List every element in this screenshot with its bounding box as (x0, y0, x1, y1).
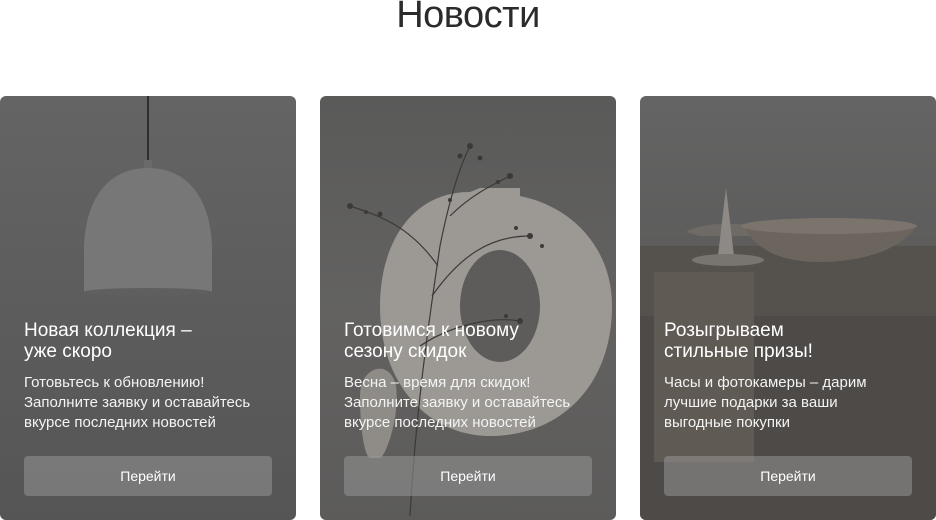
card-title: Новая коллекция – уже скоро (24, 320, 192, 362)
card-go-button[interactable]: Перейти (24, 456, 272, 496)
news-card: Новая коллекция – уже скоро Готовьтесь к… (0, 96, 296, 520)
card-title: Готовимся к новому сезону скидок (344, 320, 519, 362)
card-go-button[interactable]: Перейти (344, 456, 592, 496)
card-title: Розыгрываем стильные призы! (664, 320, 813, 362)
card-description: Весна – время для скидок! Заполните заяв… (344, 374, 571, 431)
card-description: Готовьтесь к обновлению! Заполните заявк… (24, 374, 251, 431)
news-card: Готовимся к новому сезону скидок Весна –… (320, 96, 616, 520)
card-go-button[interactable]: Перейти (664, 456, 912, 496)
card-description: Часы и фотокамеры – дарим лучшие подарки… (664, 374, 867, 431)
news-card: Розыгрываем стильные призы! Часы и фоток… (640, 96, 936, 520)
page-title: Новости (396, 0, 540, 36)
